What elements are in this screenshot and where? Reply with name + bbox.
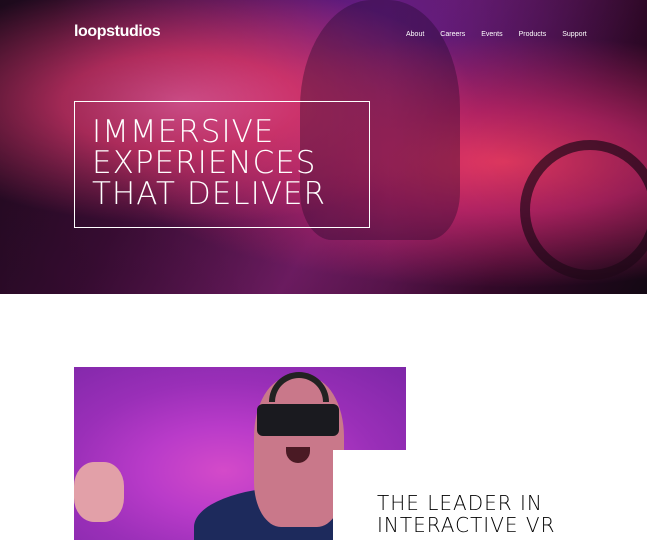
image-vr-headset [257, 404, 339, 436]
nav-link-about[interactable]: About [406, 31, 424, 38]
feature-title-line: INTERACTIVE VR [377, 513, 556, 537]
hero-headline-line: THAT DELIVER [92, 176, 327, 212]
hero-headline-line: EXPERIENCES [92, 145, 317, 181]
nav-link-careers[interactable]: Careers [440, 31, 465, 38]
hero-headline-line: IMMERSIVE [92, 114, 275, 150]
image-headset-strap [269, 372, 329, 402]
nav-link-events[interactable]: Events [481, 31, 502, 38]
feature-title: THE LEADER IN INTERACTIVE VR [377, 492, 555, 536]
site-logo[interactable]: loopstudios [74, 23, 161, 41]
feature-title-line: THE LEADER IN [377, 491, 543, 515]
main-nav: About Careers Events Products Support [406, 31, 603, 38]
hero-headline: IMMERSIVE EXPERIENCES THAT DELIVER [92, 117, 326, 210]
nav-link-support[interactable]: Support [562, 31, 587, 38]
nav-link-products[interactable]: Products [519, 31, 547, 38]
image-person-hand [74, 462, 124, 522]
